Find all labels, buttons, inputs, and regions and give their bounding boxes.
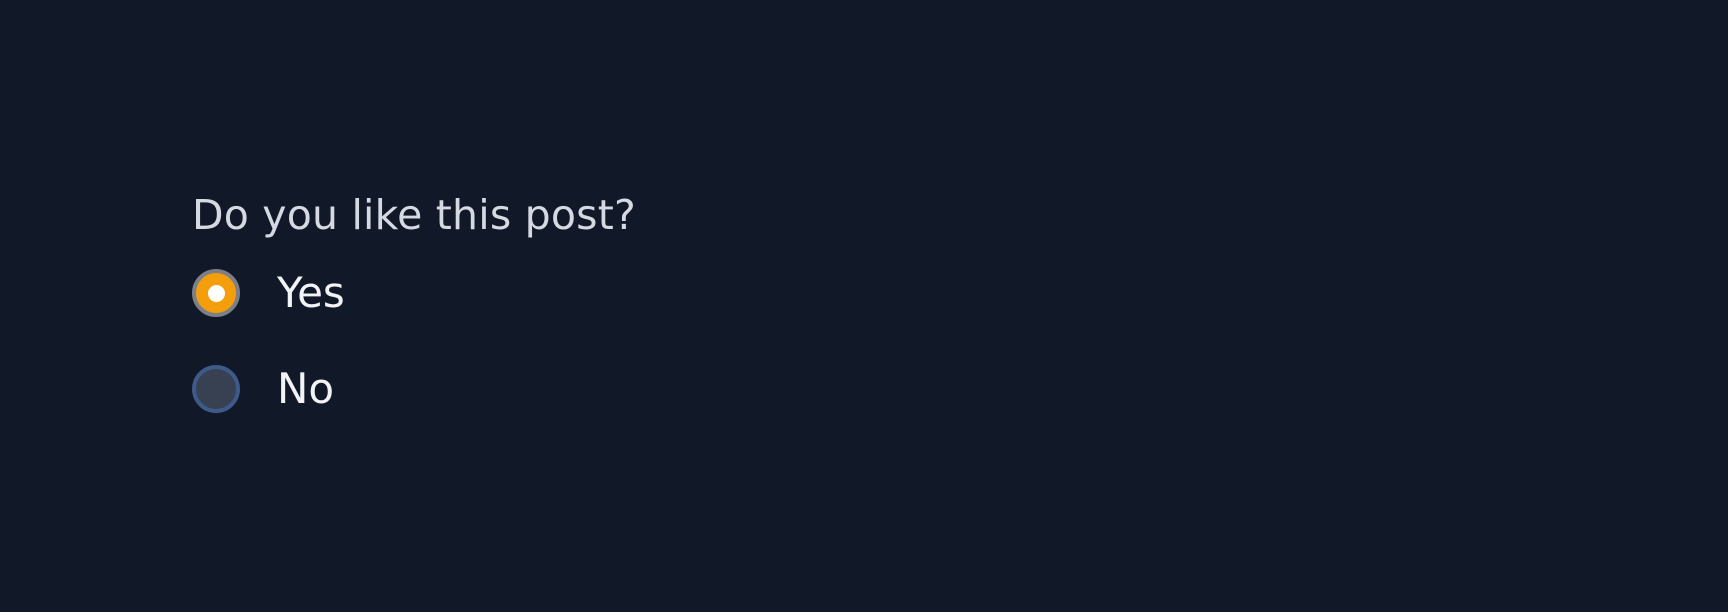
answer-options: Yes No — [192, 268, 692, 414]
selected-radio-button[interactable] — [192, 269, 240, 317]
no-option-label[interactable]: No — [277, 364, 334, 414]
unselected-radio-button[interactable] — [192, 365, 240, 413]
survey-question: Do you like this post? — [192, 191, 636, 239]
survey-page: Do you like this post? Yes No — [0, 0, 1728, 612]
yes-option[interactable]: Yes — [192, 268, 692, 318]
radio-selected-dot-icon — [207, 284, 225, 302]
no-option[interactable]: No — [192, 364, 692, 414]
yes-option-label[interactable]: Yes — [277, 268, 345, 318]
